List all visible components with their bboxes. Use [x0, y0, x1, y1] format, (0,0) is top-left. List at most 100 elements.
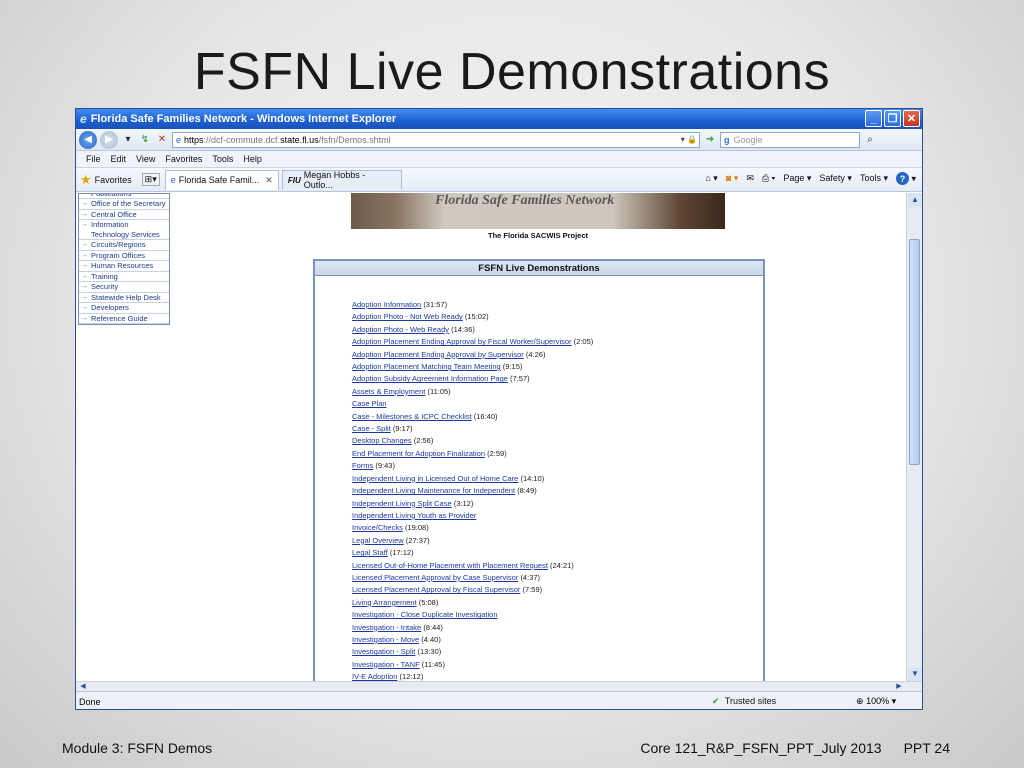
mail-icon[interactable]: ✉ — [746, 173, 754, 184]
demo-link[interactable]: Independent Living Youth as Provider — [352, 511, 476, 520]
sidebar-item[interactable]: Program Offices — [79, 251, 169, 261]
stop-icon[interactable]: ✕ — [155, 134, 169, 145]
menu-favorites[interactable]: Favorites — [165, 154, 202, 164]
tab-outlook[interactable]: FIU Megan Hobbs - Outlo... — [281, 169, 402, 190]
demo-link[interactable]: Desktop Changes — [352, 436, 412, 445]
sidebar-item[interactable]: Human Resources — [79, 261, 169, 272]
sidebar-item[interactable]: Developers — [79, 303, 169, 314]
demo-link[interactable]: Independent Living Split Case — [352, 499, 452, 508]
demo-link[interactable]: Licensed Placement Approval by Case Supe… — [352, 573, 518, 582]
search-input[interactable]: g Google — [720, 131, 860, 148]
scroll-thumb[interactable] — [909, 239, 920, 465]
demo-duration: (11:05) — [427, 386, 451, 396]
menu-tools[interactable]: Tools — [212, 154, 233, 164]
favorites-button[interactable]: Favorites — [95, 175, 132, 185]
demo-item: Investigation - Move (4:40) — [352, 634, 593, 646]
demo-link[interactable]: Adoption Placement Matching Team Meeting — [352, 362, 501, 371]
demo-link[interactable]: Independent Living in Licensed Out of Ho… — [352, 474, 518, 483]
demo-duration: (2:56) — [413, 436, 434, 446]
demo-link[interactable]: Adoption Subsidy Agreement Information P… — [352, 374, 508, 383]
demo-link[interactable]: Investigation - Split — [352, 647, 415, 656]
sidebar-item[interactable]: Reference Guide — [79, 314, 169, 324]
security-zone[interactable]: ✔ Trusted sites — [712, 696, 776, 707]
demo-link[interactable]: Case Plan — [352, 399, 387, 408]
page-menu[interactable]: Page ▾ — [783, 173, 811, 184]
favorites-star-icon: ★ — [80, 171, 92, 187]
demo-link[interactable]: Assets & Employment — [352, 387, 425, 396]
compat-view-icon[interactable]: ↯ — [138, 134, 152, 145]
demo-link[interactable]: Adoption Photo - Web Ready — [352, 325, 449, 334]
demo-item: Adoption Photo - Not Web Ready (15:02) — [352, 311, 593, 323]
safety-menu[interactable]: Safety ▾ — [819, 173, 852, 184]
menu-file[interactable]: File — [86, 154, 101, 164]
demo-link[interactable]: Licensed Out-of-Home Placement with Plac… — [352, 561, 548, 570]
url-host: state.fl.us — [280, 134, 319, 145]
demo-link[interactable]: End Placement for Adoption Finalization — [352, 449, 485, 458]
sidebar-item[interactable]: Information Technology Services — [79, 220, 169, 240]
demo-link[interactable]: Invoice/Checks — [352, 523, 403, 532]
demo-item: Independent Living Split Case (3:12) — [352, 498, 593, 510]
page-icon: e — [176, 134, 182, 145]
search-icon[interactable]: ⌕ — [863, 134, 877, 145]
demo-link[interactable]: Case - Milestones & ICPC Checklist — [352, 412, 472, 421]
home-icon[interactable]: ⌂ ▾ — [705, 173, 717, 184]
demo-link[interactable]: Legal Staff — [352, 548, 388, 557]
demo-link[interactable]: Case - Split — [352, 424, 391, 433]
demo-link[interactable]: Adoption Placement Ending Approval by Su… — [352, 350, 524, 359]
demo-link[interactable]: Adoption Placement Ending Approval by Fi… — [352, 337, 572, 346]
minimize-button[interactable]: _ — [865, 110, 882, 127]
sidebar-item[interactable]: Security — [79, 282, 169, 293]
help-icon[interactable]: ? ▾ — [895, 172, 916, 185]
demo-link[interactable]: Legal Overview — [352, 536, 404, 545]
demo-link[interactable]: Adoption Photo - Not Web Ready — [352, 312, 463, 321]
tab-fsfn[interactable]: e Florida Safe Famil... ✕ — [164, 169, 279, 190]
sidebar-item[interactable]: Statewide Help Desk — [79, 293, 169, 303]
menu-help[interactable]: Help — [243, 154, 262, 164]
scroll-down-icon[interactable]: ▼ — [908, 667, 922, 681]
address-bar: ◀ ▶ ▾ ↯ ✕ e https ://dcf-commute.dcf. st… — [76, 129, 922, 151]
sidebar-item[interactable]: Circuits/Regions — [79, 240, 169, 251]
demo-duration: (9:43) — [375, 461, 395, 471]
sidebar-item[interactable]: Central Office — [79, 210, 169, 220]
feeds-icon[interactable]: ◙ ▾ — [726, 173, 738, 184]
forward-button[interactable]: ▶ — [100, 130, 118, 149]
vertical-scrollbar[interactable]: ▲ ▼ — [906, 193, 922, 681]
sidebar-item[interactable]: Training — [79, 272, 169, 282]
restore-button[interactable]: ❐ — [884, 110, 901, 127]
tools-menu[interactable]: Tools ▾ — [860, 173, 888, 184]
go-icon[interactable]: ➔ — [703, 134, 717, 145]
window-titlebar[interactable]: e Florida Safe Families Network - Window… — [76, 109, 922, 129]
sidebar-item[interactable]: Office of the Secretary — [79, 199, 169, 210]
url-input[interactable]: e https ://dcf-commute.dcf. state.fl.us … — [172, 131, 700, 148]
demo-duration: (4:37) — [520, 572, 541, 582]
history-dropdown-icon[interactable]: ▾ — [121, 134, 135, 145]
zoom-control[interactable]: ⊕ 100% ▾ — [856, 696, 896, 707]
demo-link[interactable]: Investigation - Intake — [352, 623, 421, 632]
quick-tabs-icon[interactable]: ⊞▾ — [141, 173, 160, 186]
demos-header: FSFN Live Demonstrations — [315, 261, 763, 276]
tab-close-icon[interactable]: ✕ — [265, 175, 273, 186]
demo-link[interactable]: Investigation - Move — [352, 635, 419, 644]
demo-link[interactable]: Forms — [352, 461, 373, 470]
demo-link[interactable]: Living Arrangement — [352, 598, 417, 607]
demo-link[interactable]: IV-E Adoption — [352, 672, 397, 681]
menu-edit[interactable]: Edit — [111, 154, 127, 164]
demos-panel: FSFN Live Demonstrations Adoption Inform… — [313, 259, 765, 681]
demo-item: Invoice/Checks (19:08) — [352, 522, 593, 534]
demo-item: Assets & Employment (11:05) — [352, 386, 593, 398]
demo-link[interactable]: Investigation - TANF — [352, 660, 420, 669]
print-icon[interactable]: ⎙ ▾ — [762, 173, 775, 184]
demo-link[interactable]: Independent Living Maintenance for Indep… — [352, 486, 515, 495]
demo-link[interactable]: Adoption Information — [352, 300, 421, 309]
menu-view[interactable]: View — [136, 154, 155, 164]
back-button[interactable]: ◀ — [79, 130, 97, 149]
search-placeholder: Google — [733, 134, 763, 145]
status-text: Done — [79, 696, 101, 707]
demo-duration: (4:26) — [525, 349, 546, 359]
close-button[interactable]: ✕ — [903, 110, 920, 127]
demo-item: Case - Split (9:17) — [352, 423, 593, 435]
demo-link[interactable]: Investigation - Close Duplicate Investig… — [352, 610, 498, 619]
demo-link[interactable]: Licensed Placement Approval by Fiscal Su… — [352, 585, 520, 594]
scroll-up-icon[interactable]: ▲ — [908, 193, 922, 207]
horizontal-scrollbar[interactable]: ◀ ▶ — [76, 681, 922, 691]
